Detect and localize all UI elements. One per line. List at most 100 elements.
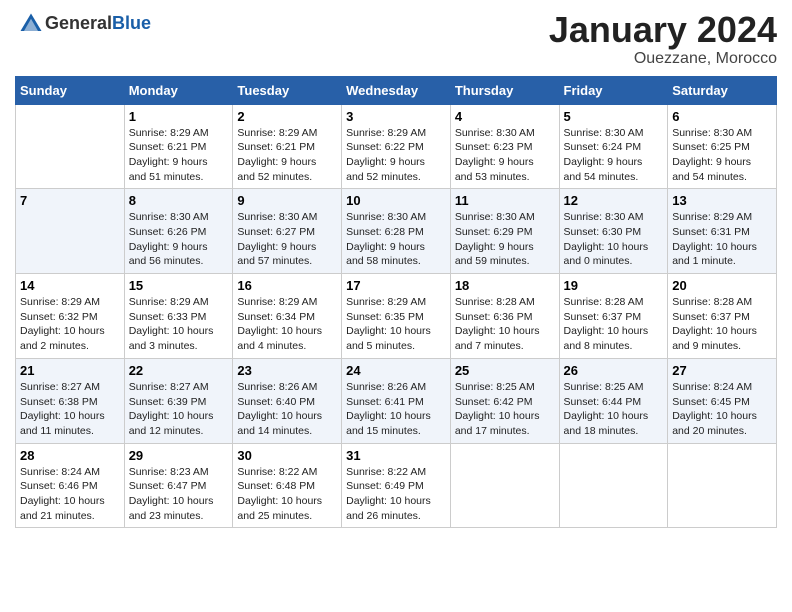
day-info: Sunrise: 8:23 AM Sunset: 6:47 PM Dayligh… <box>129 465 229 524</box>
calendar-cell: 13 Sunrise: 8:29 AM Sunset: 6:31 PM Dayli… <box>668 189 777 274</box>
day-info: Sunrise: 8:28 AM Sunset: 6:37 PM Dayligh… <box>672 295 772 354</box>
calendar-cell <box>668 443 777 528</box>
day-info: Sunrise: 8:29 AM Sunset: 6:34 PM Dayligh… <box>237 295 337 354</box>
weekday-header-row: SundayMondayTuesdayWednesdayThursdayFrid… <box>16 76 777 104</box>
day-info: Sunrise: 8:26 AM Sunset: 6:41 PM Dayligh… <box>346 380 446 439</box>
day-number: 11 <box>455 193 555 208</box>
day-number: 29 <box>129 448 229 463</box>
day-number: 28 <box>20 448 120 463</box>
calendar-cell: 16 Sunrise: 8:29 AM Sunset: 6:34 PM Dayli… <box>233 274 342 359</box>
day-info: Sunrise: 8:30 AM Sunset: 6:28 PM Dayligh… <box>346 210 446 269</box>
calendar-week-row: 14 Sunrise: 8:29 AM Sunset: 6:32 PM Dayli… <box>16 274 777 359</box>
day-number: 1 <box>129 109 229 124</box>
calendar-cell: 27Sunrise: 8:24 AM Sunset: 6:45 PM Dayli… <box>668 358 777 443</box>
weekday-header-thursday: Thursday <box>450 76 559 104</box>
calendar-table: SundayMondayTuesdayWednesdayThursdayFrid… <box>15 76 777 529</box>
weekday-header-wednesday: Wednesday <box>342 76 451 104</box>
day-number: 15 <box>129 278 229 293</box>
day-number: 31 <box>346 448 446 463</box>
calendar-cell: 22 Sunrise: 8:27 AM Sunset: 6:39 PM Dayli… <box>124 358 233 443</box>
weekday-header-saturday: Saturday <box>668 76 777 104</box>
calendar-cell: 30 Sunrise: 8:22 AM Sunset: 6:48 PM Dayli… <box>233 443 342 528</box>
calendar-cell: 24 Sunrise: 8:26 AM Sunset: 6:41 PM Dayli… <box>342 358 451 443</box>
day-info: Sunrise: 8:30 AM Sunset: 6:25 PM Dayligh… <box>672 126 772 185</box>
day-info: Sunrise: 8:29 AM Sunset: 6:21 PM Dayligh… <box>237 126 337 185</box>
day-number: 21 <box>20 363 120 378</box>
day-number: 27 <box>672 363 772 378</box>
day-info: Sunrise: 8:30 AM Sunset: 6:26 PM Dayligh… <box>129 210 229 269</box>
day-number: 25 <box>455 363 555 378</box>
day-info: Sunrise: 8:27 AM Sunset: 6:38 PM Dayligh… <box>20 380 120 439</box>
calendar-cell: 23 Sunrise: 8:26 AM Sunset: 6:40 PM Dayli… <box>233 358 342 443</box>
day-info: Sunrise: 8:28 AM Sunset: 6:37 PM Dayligh… <box>564 295 664 354</box>
title-block: January 2024 Ouezzane, Morocco <box>549 10 777 68</box>
day-info: Sunrise: 8:29 AM Sunset: 6:21 PM Dayligh… <box>129 126 229 185</box>
day-number: 12 <box>564 193 664 208</box>
calendar-cell <box>450 443 559 528</box>
calendar-cell: 17Sunrise: 8:29 AM Sunset: 6:35 PM Dayli… <box>342 274 451 359</box>
day-number: 7 <box>20 193 120 208</box>
day-number: 3 <box>346 109 446 124</box>
day-info: Sunrise: 8:30 AM Sunset: 6:27 PM Dayligh… <box>237 210 337 269</box>
calendar-body: 1 Sunrise: 8:29 AM Sunset: 6:21 PM Daylig… <box>16 104 777 528</box>
day-number: 18 <box>455 278 555 293</box>
calendar-cell: 3Sunrise: 8:29 AM Sunset: 6:22 PM Daylig… <box>342 104 451 189</box>
calendar-cell: 10Sunrise: 8:30 AM Sunset: 6:28 PM Dayli… <box>342 189 451 274</box>
day-number: 30 <box>237 448 337 463</box>
day-number: 14 <box>20 278 120 293</box>
day-number: 13 <box>672 193 772 208</box>
calendar-cell: 4 Sunrise: 8:30 AM Sunset: 6:23 PM Daylig… <box>450 104 559 189</box>
weekday-header-tuesday: Tuesday <box>233 76 342 104</box>
day-info: Sunrise: 8:30 AM Sunset: 6:23 PM Dayligh… <box>455 126 555 185</box>
day-info: Sunrise: 8:30 AM Sunset: 6:29 PM Dayligh… <box>455 210 555 269</box>
day-info: Sunrise: 8:29 AM Sunset: 6:31 PM Dayligh… <box>672 210 772 269</box>
calendar-cell <box>559 443 668 528</box>
day-info: Sunrise: 8:22 AM Sunset: 6:49 PM Dayligh… <box>346 465 446 524</box>
day-info: Sunrise: 8:29 AM Sunset: 6:33 PM Dayligh… <box>129 295 229 354</box>
calendar-cell: 26 Sunrise: 8:25 AM Sunset: 6:44 PM Dayli… <box>559 358 668 443</box>
day-number: 20 <box>672 278 772 293</box>
calendar-cell: 25Sunrise: 8:25 AM Sunset: 6:42 PM Dayli… <box>450 358 559 443</box>
calendar-cell: 7 <box>16 189 125 274</box>
calendar-cell: 21 Sunrise: 8:27 AM Sunset: 6:38 PM Dayli… <box>16 358 125 443</box>
calendar-cell: 18Sunrise: 8:28 AM Sunset: 6:36 PM Dayli… <box>450 274 559 359</box>
logo-blue-text: Blue <box>112 13 151 33</box>
day-number: 23 <box>237 363 337 378</box>
calendar-week-row: 78 Sunrise: 8:30 AM Sunset: 6:26 PM Dayli… <box>16 189 777 274</box>
day-number: 8 <box>129 193 229 208</box>
calendar-cell: 5Sunrise: 8:30 AM Sunset: 6:24 PM Daylig… <box>559 104 668 189</box>
calendar-cell: 31 Sunrise: 8:22 AM Sunset: 6:49 PM Dayli… <box>342 443 451 528</box>
day-number: 5 <box>564 109 664 124</box>
day-number: 19 <box>564 278 664 293</box>
page-subtitle: Ouezzane, Morocco <box>549 50 777 68</box>
calendar-cell: 20 Sunrise: 8:28 AM Sunset: 6:37 PM Dayli… <box>668 274 777 359</box>
calendar-cell: 29 Sunrise: 8:23 AM Sunset: 6:47 PM Dayli… <box>124 443 233 528</box>
calendar-week-row: 21 Sunrise: 8:27 AM Sunset: 6:38 PM Dayli… <box>16 358 777 443</box>
calendar-cell: 1 Sunrise: 8:29 AM Sunset: 6:21 PM Daylig… <box>124 104 233 189</box>
day-number: 22 <box>129 363 229 378</box>
calendar-week-row: 28 Sunrise: 8:24 AM Sunset: 6:46 PM Dayli… <box>16 443 777 528</box>
calendar-cell: 8 Sunrise: 8:30 AM Sunset: 6:26 PM Daylig… <box>124 189 233 274</box>
day-number: 26 <box>564 363 664 378</box>
weekday-header-sunday: Sunday <box>16 76 125 104</box>
day-number: 17 <box>346 278 446 293</box>
day-info: Sunrise: 8:24 AM Sunset: 6:46 PM Dayligh… <box>20 465 120 524</box>
day-number: 6 <box>672 109 772 124</box>
calendar-cell: 2Sunrise: 8:29 AM Sunset: 6:21 PM Daylig… <box>233 104 342 189</box>
day-number: 16 <box>237 278 337 293</box>
day-info: Sunrise: 8:29 AM Sunset: 6:32 PM Dayligh… <box>20 295 120 354</box>
day-number: 24 <box>346 363 446 378</box>
day-info: Sunrise: 8:26 AM Sunset: 6:40 PM Dayligh… <box>237 380 337 439</box>
day-info: Sunrise: 8:22 AM Sunset: 6:48 PM Dayligh… <box>237 465 337 524</box>
calendar-cell: 12Sunrise: 8:30 AM Sunset: 6:30 PM Dayli… <box>559 189 668 274</box>
calendar-cell: 19 Sunrise: 8:28 AM Sunset: 6:37 PM Dayli… <box>559 274 668 359</box>
calendar-cell: 6 Sunrise: 8:30 AM Sunset: 6:25 PM Daylig… <box>668 104 777 189</box>
day-info: Sunrise: 8:27 AM Sunset: 6:39 PM Dayligh… <box>129 380 229 439</box>
logo-icon <box>17 10 45 38</box>
weekday-header-monday: Monday <box>124 76 233 104</box>
calendar-cell: 11 Sunrise: 8:30 AM Sunset: 6:29 PM Dayli… <box>450 189 559 274</box>
day-number: 4 <box>455 109 555 124</box>
calendar-cell: 14 Sunrise: 8:29 AM Sunset: 6:32 PM Dayli… <box>16 274 125 359</box>
calendar-cell: 28 Sunrise: 8:24 AM Sunset: 6:46 PM Dayli… <box>16 443 125 528</box>
day-info: Sunrise: 8:25 AM Sunset: 6:44 PM Dayligh… <box>564 380 664 439</box>
